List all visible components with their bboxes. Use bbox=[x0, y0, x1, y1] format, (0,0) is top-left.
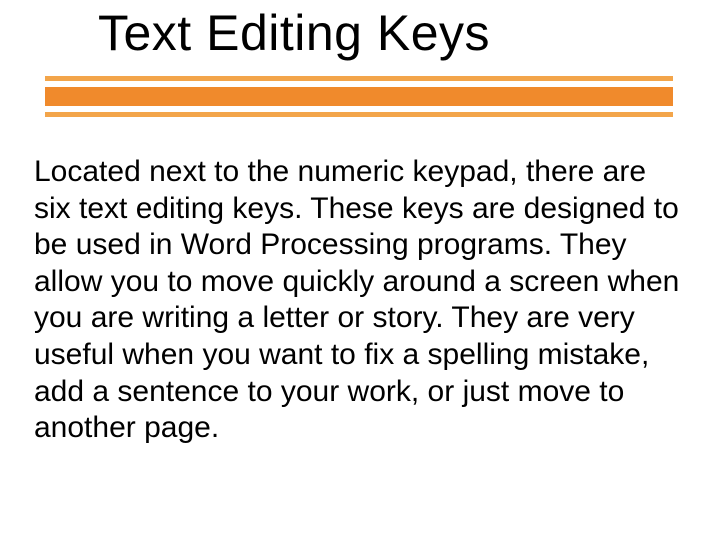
rule-stripe-middle bbox=[45, 87, 673, 106]
body-text: Located next to the numeric keypad, ther… bbox=[34, 154, 684, 447]
rule-stripe-bottom bbox=[45, 112, 673, 117]
page-title: Text Editing Keys bbox=[98, 6, 490, 61]
title-underline bbox=[45, 76, 673, 117]
slide: Text Editing Keys Located next to the nu… bbox=[0, 0, 720, 540]
